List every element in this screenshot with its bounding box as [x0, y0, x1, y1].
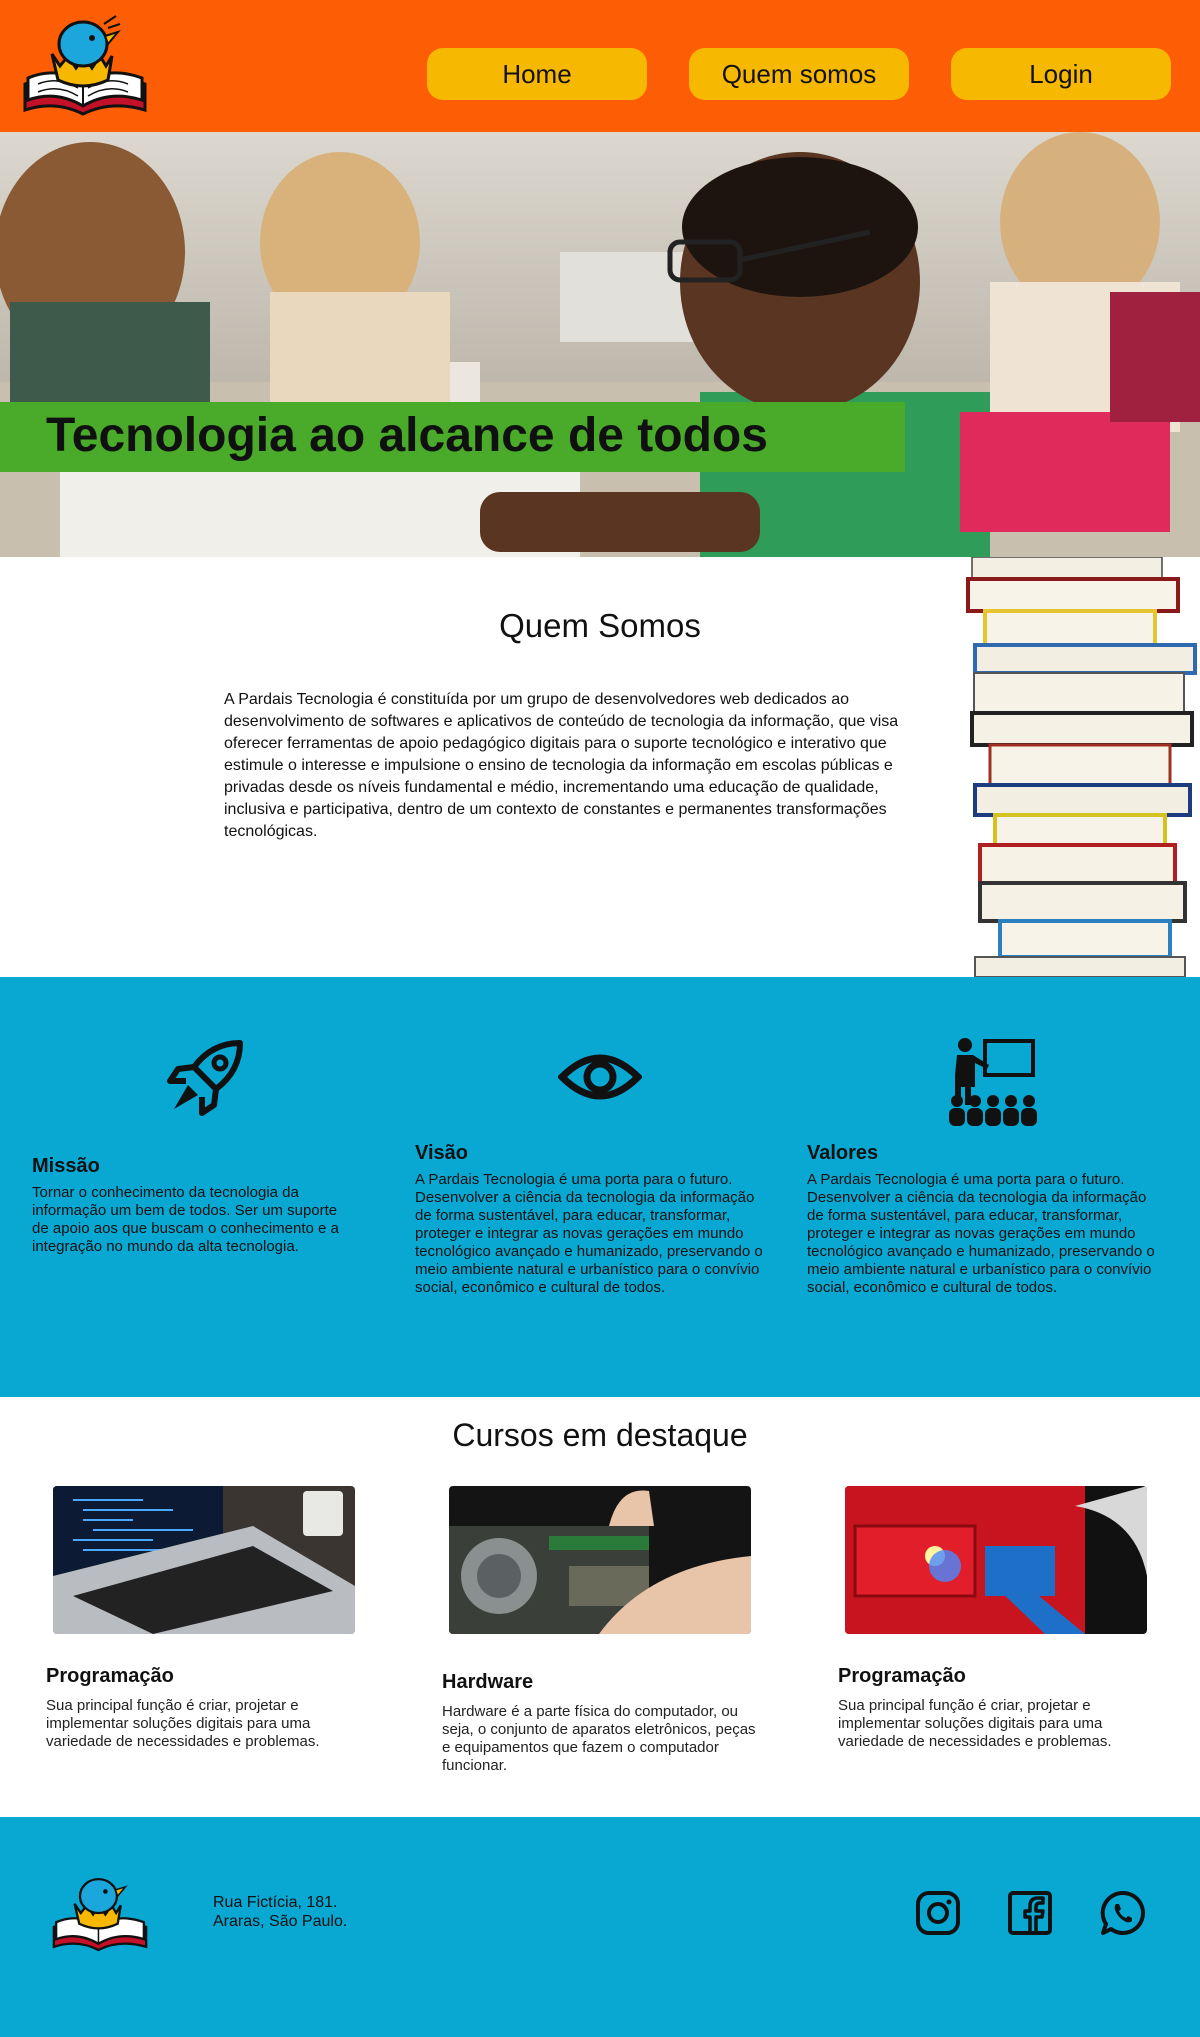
course-image-networking[interactable]: [845, 1486, 1147, 1634]
address-line: Rua Fictícia, 181.: [213, 1894, 338, 1911]
mission-vision-values-section: Missão Tornar o conhecimento da tecnolog…: [0, 977, 1200, 1397]
vision-block: Visão A Pardais Tecnologia é uma porta p…: [415, 1142, 775, 1297]
hero-photo: [0, 132, 1200, 557]
whatsapp-icon[interactable]: [1099, 1889, 1147, 1937]
course-image-programming[interactable]: [53, 1486, 355, 1634]
nav-about-button[interactable]: Quem somos: [689, 48, 909, 100]
books-stack-image: [950, 557, 1200, 977]
values-block: Valores A Pardais Tecnologia é uma porta…: [807, 1142, 1167, 1297]
logo[interactable]: [20, 14, 150, 118]
nav-home-button[interactable]: Home: [427, 48, 647, 100]
course-description: Sua principal função é criar, projetar e…: [46, 1697, 320, 1750]
footer-logo[interactable]: [50, 1873, 150, 1953]
hero-banner: Tecnologia ao alcance de todos: [0, 132, 1200, 557]
vision-text: A Pardais Tecnologia é uma porta para o …: [415, 1171, 763, 1296]
course-description: Hardware é a parte física do computador,…: [442, 1703, 756, 1774]
mission-block: Missão Tornar o conhecimento da tecnolog…: [32, 1155, 352, 1256]
address: Rua Fictícia, 181. Araras, São Paulo.: [213, 1893, 347, 1931]
nav-login-button[interactable]: Login: [951, 48, 1171, 100]
hero-title: Tecnologia ao alcance de todos: [46, 409, 768, 462]
facebook-icon[interactable]: [1006, 1889, 1054, 1937]
about-text: A Pardais Tecnologia é constituída por u…: [224, 691, 899, 840]
eye-icon: [558, 1054, 642, 1100]
teacher-class-icon: [949, 1038, 1037, 1126]
featured-courses-section: Cursos em destaque Programação Sua princ…: [0, 1397, 1200, 1817]
address-line: Araras, São Paulo.: [213, 1913, 348, 1930]
course-description: Sua principal função é criar, projetar e…: [838, 1697, 1112, 1750]
course-title: Hardware: [442, 1671, 534, 1693]
instagram-icon[interactable]: [914, 1889, 962, 1937]
mission-text: Tornar o conhecimento da tecnologia da i…: [32, 1184, 339, 1255]
course-image-hardware[interactable]: [449, 1486, 751, 1634]
site-header: Home Quem somos Login: [0, 0, 1200, 132]
site-footer: Rua Fictícia, 181. Araras, São Paulo.: [0, 1817, 1200, 2037]
course-title: Programação: [838, 1665, 966, 1687]
vision-title: Visão: [415, 1142, 468, 1164]
courses-title: Cursos em destaque: [452, 1417, 748, 1453]
course-title: Programação: [46, 1665, 174, 1687]
values-title: Valores: [807, 1142, 879, 1164]
mission-title: Missão: [32, 1155, 100, 1177]
values-text: A Pardais Tecnologia é uma porta para o …: [807, 1171, 1155, 1296]
rocket-icon: [167, 1040, 243, 1116]
